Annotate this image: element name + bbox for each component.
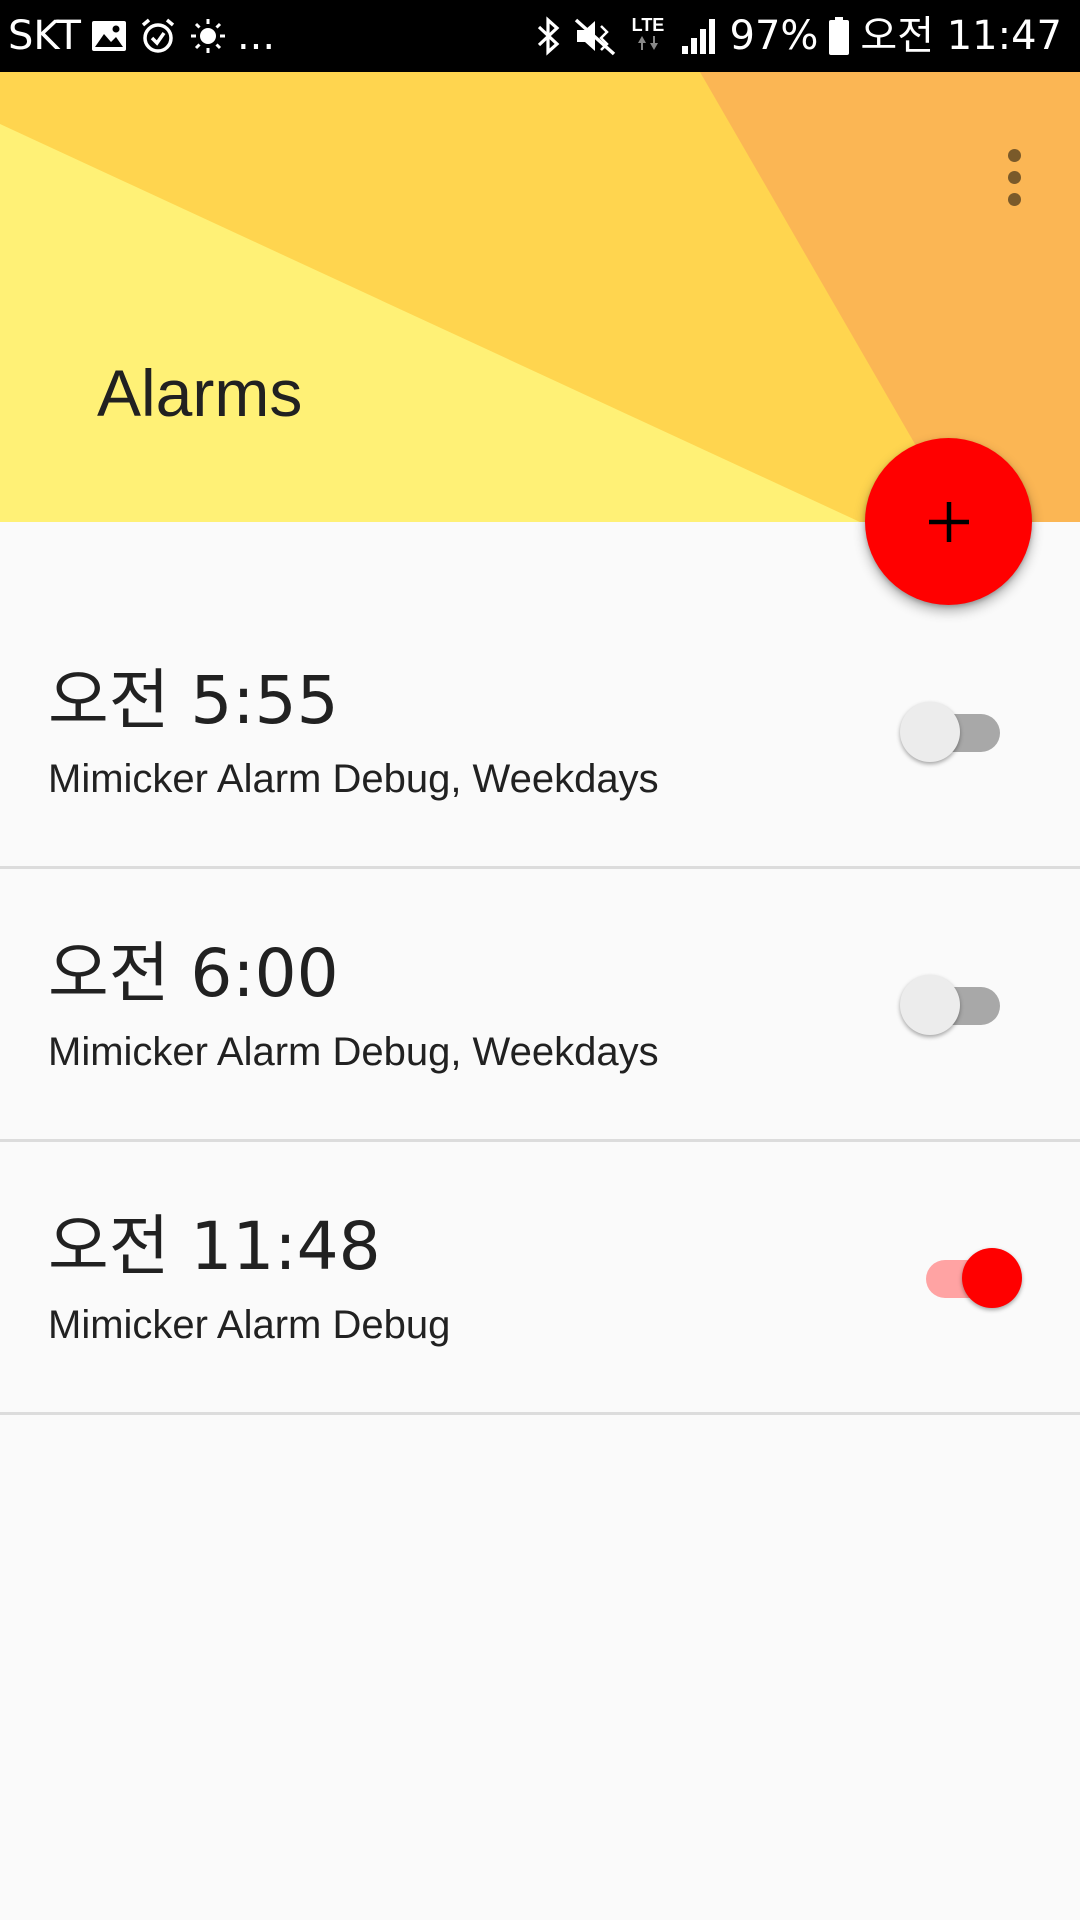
- battery-icon: [828, 16, 850, 56]
- more-notifications-indicator: ...: [236, 13, 276, 59]
- status-time: 오전 11:47: [860, 13, 1062, 59]
- alarm-toggle[interactable]: [900, 967, 1010, 1037]
- alarm-row[interactable]: 오전 6:00 Mimicker Alarm Debug, Weekdays: [0, 869, 1080, 1142]
- signal-icon: [680, 16, 720, 56]
- alarm-label: Mimicker Alarm Debug: [48, 1303, 451, 1347]
- toggle-thumb: [900, 975, 960, 1035]
- alarm-list: 오전 5:55 Mimicker Alarm Debug, Weekdays 오…: [0, 596, 1080, 1415]
- alarm-icon: [139, 17, 177, 55]
- alarm-row[interactable]: 오전 11:48 Mimicker Alarm Debug: [0, 1142, 1080, 1415]
- status-bar: SKT ... LTE 97% 오전 11:47: [0, 0, 1080, 72]
- alarm-toggle[interactable]: [900, 694, 1010, 764]
- alarm-row[interactable]: 오전 5:55 Mimicker Alarm Debug, Weekdays: [0, 596, 1080, 869]
- alarm-toggle[interactable]: [920, 1240, 1030, 1310]
- alarms-screen: SKT ... LTE 97% 오전 11:47 Alarms 오전 5:55 …: [0, 0, 1080, 1920]
- more-options-button[interactable]: [990, 127, 1038, 227]
- image-icon: [91, 20, 127, 52]
- alarm-label: Mimicker Alarm Debug, Weekdays: [48, 1030, 659, 1074]
- bluetooth-icon: [536, 16, 562, 56]
- lte-label: LTE: [631, 15, 664, 35]
- add-alarm-button[interactable]: [865, 438, 1032, 605]
- carrier-label: SKT: [8, 13, 81, 59]
- lte-icon: LTE: [628, 14, 668, 58]
- alarm-time: 오전 6:00: [48, 935, 339, 1012]
- alarm-time: 오전 5:55: [48, 662, 339, 739]
- more-vert-icon: [1007, 148, 1021, 162]
- add-icon: [928, 501, 969, 542]
- mute-icon: [574, 16, 616, 56]
- toggle-thumb: [900, 702, 960, 762]
- status-bar-left: SKT ...: [4, 0, 279, 72]
- alarm-label: Mimicker Alarm Debug, Weekdays: [48, 757, 659, 801]
- brightness-icon: [189, 17, 227, 55]
- status-bar-right: LTE 97% 오전 11:47: [530, 0, 1067, 72]
- toggle-thumb: [962, 1248, 1022, 1308]
- alarm-time: 오전 11:48: [48, 1208, 381, 1285]
- page-title: Alarms: [97, 356, 303, 430]
- battery-percent: 97%: [729, 13, 819, 59]
